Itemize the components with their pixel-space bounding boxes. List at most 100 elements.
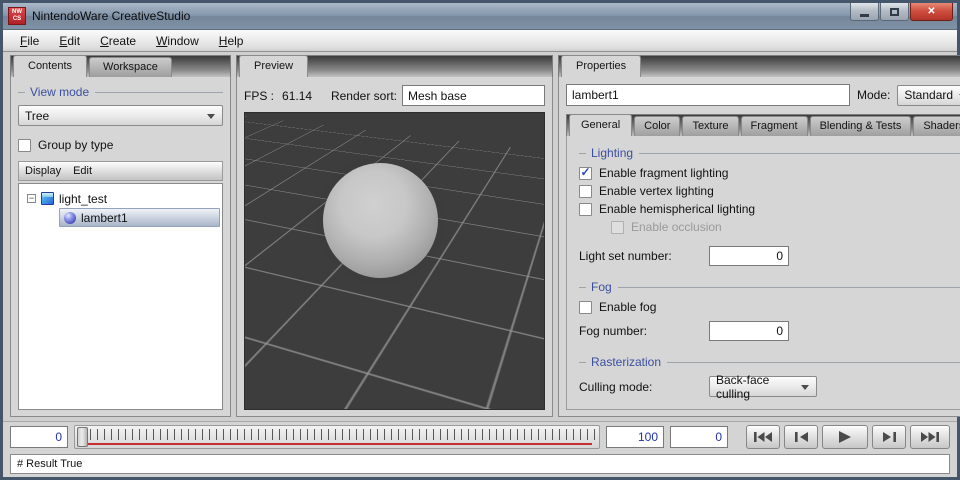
- step-back-button[interactable]: [784, 425, 818, 449]
- contents-tabstrip: Contents Workspace: [10, 55, 231, 77]
- timeline-handle[interactable]: [77, 427, 88, 447]
- fog-label: Enable fog: [599, 300, 656, 314]
- skip-to-end-icon: [920, 431, 940, 443]
- group-by-type-row[interactable]: Group by type: [18, 138, 223, 152]
- light-set-number-label: Light set number:: [579, 249, 709, 263]
- step-forward-button[interactable]: [872, 425, 906, 449]
- play-icon: [837, 430, 853, 444]
- rasterization-title: Rasterization: [591, 355, 661, 369]
- view-mode-group-header: View mode: [18, 85, 223, 99]
- render-sort-field[interactable]: Mesh base: [402, 85, 545, 106]
- play-button[interactable]: [822, 425, 868, 449]
- material-name-field[interactable]: lambert1: [566, 84, 850, 106]
- subtab-texture[interactable]: Texture: [682, 116, 738, 136]
- fog-checkbox[interactable]: [579, 301, 592, 314]
- menu-file[interactable]: File: [11, 32, 48, 50]
- timeline-slider[interactable]: [74, 425, 600, 449]
- preview-header: FPS : 61.14 Render sort: Mesh base: [244, 85, 545, 106]
- properties-body: lambert1 Mode: Standard General Color Te…: [558, 77, 960, 417]
- maximize-icon: [890, 8, 899, 16]
- subtab-blending-tests[interactable]: Blending & Tests: [810, 116, 912, 136]
- tree-expander-icon[interactable]: −: [27, 194, 36, 203]
- tree-menu-edit[interactable]: Edit: [73, 165, 100, 177]
- preview-tabstrip: Preview: [236, 55, 553, 77]
- mode-label: Mode:: [857, 88, 890, 102]
- culling-mode-dropdown[interactable]: Back-face culling: [709, 376, 817, 397]
- culling-mode-label: Culling mode:: [579, 380, 709, 394]
- group-by-type-label: Group by type: [38, 138, 113, 152]
- tree-root-label: light_test: [59, 192, 107, 206]
- tab-workspace[interactable]: Workspace: [89, 57, 172, 77]
- view-mode-dropdown[interactable]: Tree: [18, 105, 223, 126]
- fps-label: FPS :: [244, 89, 274, 103]
- fog-number-label: Fog number:: [579, 324, 709, 338]
- frame-current-field[interactable]: 0: [670, 426, 728, 448]
- app-icon-text-bottom: CS: [13, 16, 21, 23]
- timeline-ticks: [90, 429, 596, 440]
- tree-toolbar: Display Edit: [18, 161, 223, 181]
- hemispherical-lighting-checkbox[interactable]: [579, 203, 592, 216]
- fog-group-header: Fog: [579, 280, 960, 294]
- model-cube-icon: [41, 192, 54, 205]
- preview-panel: Preview FPS : 61.14 Render sort: Mesh ba…: [236, 55, 553, 417]
- frame-end-field[interactable]: 100: [606, 426, 664, 448]
- subtab-color[interactable]: Color: [634, 116, 680, 136]
- occlusion-label: Enable occlusion: [631, 220, 722, 234]
- tree-menu-display[interactable]: Display: [25, 165, 69, 177]
- enable-vertex-lighting-row[interactable]: Enable vertex lighting: [579, 184, 960, 198]
- light-set-number-row: Light set number: 0: [579, 246, 960, 266]
- frame-start-field[interactable]: 0: [10, 426, 68, 448]
- menu-help[interactable]: Help: [210, 32, 253, 50]
- fragment-lighting-label: Enable fragment lighting: [599, 166, 728, 180]
- tab-properties[interactable]: Properties: [561, 55, 641, 77]
- maximize-button[interactable]: [880, 3, 909, 21]
- close-button[interactable]: ✕: [910, 3, 953, 21]
- mode-dropdown[interactable]: Standard: [897, 85, 960, 106]
- culling-mode-value: Back-face culling: [716, 373, 796, 401]
- enable-fog-row[interactable]: Enable fog: [579, 300, 960, 314]
- vertex-lighting-checkbox[interactable]: [579, 185, 592, 198]
- vertex-lighting-label: Enable vertex lighting: [599, 184, 714, 198]
- lighting-title: Lighting: [591, 146, 633, 160]
- subtab-general[interactable]: General: [569, 114, 632, 136]
- enable-fragment-lighting-row[interactable]: Enable fragment lighting: [579, 166, 960, 180]
- fog-number-row: Fog number: 0: [579, 321, 960, 341]
- chevron-down-icon: [801, 385, 809, 390]
- status-message: # Result True: [10, 454, 950, 474]
- main-area: Contents Workspace View mode Tree Group …: [3, 52, 957, 421]
- tree-child-label: lambert1: [81, 211, 128, 225]
- properties-tabstrip: Properties: [558, 55, 960, 77]
- menu-edit[interactable]: Edit: [50, 32, 89, 50]
- tab-contents[interactable]: Contents: [13, 55, 87, 77]
- scene-tree[interactable]: − light_test lambert1: [18, 183, 223, 410]
- minimize-button[interactable]: [850, 3, 879, 21]
- preview-body: FPS : 61.14 Render sort: Mesh base: [236, 77, 553, 417]
- light-set-number-field[interactable]: 0: [709, 246, 789, 266]
- general-tab-page: Lighting Enable fragment lighting Enable…: [566, 136, 960, 410]
- tree-row-material-selected[interactable]: lambert1: [59, 208, 220, 227]
- contents-panel: Contents Workspace View mode Tree Group …: [10, 55, 231, 417]
- fragment-lighting-checkbox[interactable]: [579, 167, 592, 180]
- tree-row-root[interactable]: − light_test: [21, 189, 220, 208]
- enable-hemispherical-lighting-row[interactable]: Enable hemispherical lighting: [579, 202, 960, 216]
- minimize-icon: [860, 14, 869, 17]
- menu-create[interactable]: Create: [91, 32, 145, 50]
- menu-window[interactable]: Window: [147, 32, 208, 50]
- skip-to-end-button[interactable]: [910, 425, 950, 449]
- subtab-shaders[interactable]: Shaders: [913, 116, 960, 136]
- app-icon-text-top: NW: [12, 9, 22, 16]
- properties-header: lambert1 Mode: Standard: [566, 84, 960, 106]
- skip-to-start-button[interactable]: [746, 425, 780, 449]
- render-sort-label: Render sort:: [331, 89, 397, 103]
- playback-controls: [746, 425, 950, 449]
- app-icon: NW CS: [8, 7, 26, 25]
- tab-preview[interactable]: Preview: [239, 55, 308, 77]
- window-title: NintendoWare CreativeStudio: [32, 9, 850, 23]
- view-mode-label: View mode: [30, 85, 89, 99]
- subtab-fragment[interactable]: Fragment: [741, 116, 808, 136]
- viewport-3d[interactable]: [244, 112, 545, 410]
- title-bar[interactable]: NW CS NintendoWare CreativeStudio ✕: [3, 3, 957, 30]
- fog-number-field[interactable]: 0: [709, 321, 789, 341]
- group-by-type-checkbox[interactable]: [18, 139, 31, 152]
- mode-value: Standard: [904, 88, 953, 102]
